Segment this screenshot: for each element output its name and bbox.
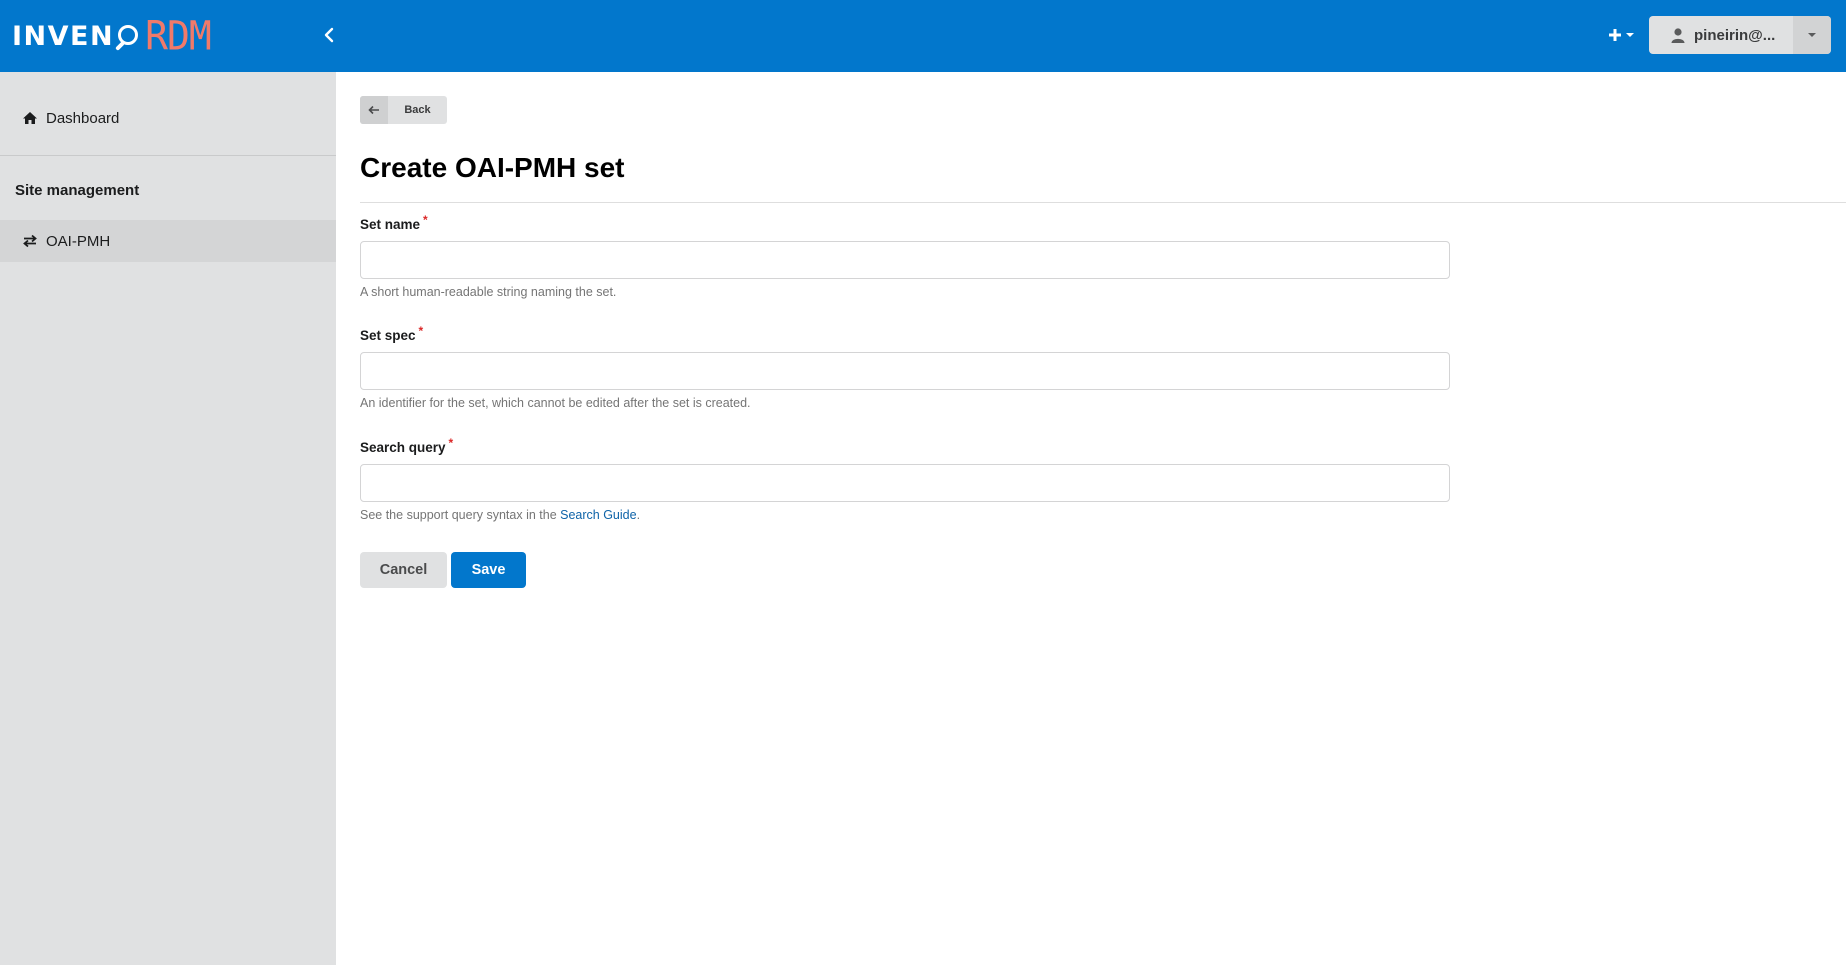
sidebar-item-oai-pmh[interactable]: OAI-PMH (0, 220, 336, 262)
top-navbar: INVEN RDM pineirin@... (0, 0, 1846, 72)
help-text-suffix: . (636, 508, 641, 522)
magnifier-logo-icon (115, 19, 143, 53)
sidebar-divider (0, 155, 336, 156)
invenio-rdm-logo[interactable]: INVEN RDM (12, 12, 212, 60)
search-query-field: Search query * See the support query syn… (360, 436, 1450, 522)
user-icon (1671, 27, 1685, 43)
search-query-input[interactable] (360, 464, 1450, 502)
field-label-text: Set spec (360, 328, 416, 343)
sidebar-collapse-button[interactable] (318, 22, 340, 48)
field-label-text: Search query (360, 440, 446, 455)
page-title: Create OAI-PMH set (360, 152, 625, 183)
set-spec-field: Set spec * An identifier for the set, wh… (360, 324, 1450, 410)
field-label-text: Set name (360, 217, 421, 232)
back-button[interactable]: Back (360, 96, 447, 124)
back-button-icon-area[interactable] (360, 96, 388, 124)
sidebar-item-label: OAI-PMH (46, 232, 111, 250)
required-asterisk: * (448, 436, 454, 450)
back-button-label: Back (404, 104, 431, 116)
search-query-help: See the support query syntax in the Sear… (360, 508, 1450, 522)
search-guide-link[interactable]: Search Guide (560, 508, 636, 522)
save-button[interactable]: Save (451, 552, 526, 588)
chevron-left-icon (324, 27, 334, 43)
caret-down-icon (1808, 33, 1816, 37)
required-asterisk: * (418, 324, 424, 338)
title-divider (360, 202, 1846, 203)
search-query-label: Search query * (360, 436, 1450, 458)
caret-down-icon (1625, 33, 1634, 37)
set-name-field: Set name * A short human-readable string… (360, 213, 1450, 299)
set-name-label: Set name * (360, 213, 1450, 235)
set-spec-input[interactable] (360, 352, 1450, 390)
main-content: Back Create OAI-PMH set Set name * A sho… (336, 72, 1846, 965)
logo-text-rdm: RDM (145, 12, 212, 60)
set-name-help: A short human-readable string naming the… (360, 285, 617, 299)
admin-sidebar: Dashboard Site management OAI-PMH (0, 72, 336, 965)
help-text-prefix: See the support query syntax in the (360, 508, 561, 522)
user-menu-button[interactable]: pineirin@... (1649, 16, 1831, 54)
sidebar-item-dashboard[interactable]: Dashboard (0, 104, 336, 132)
user-menu-main[interactable]: pineirin@... (1649, 16, 1793, 54)
logo-text-invenio: INVEN (12, 20, 115, 52)
set-spec-help: An identifier for the set, which cannot … (360, 396, 751, 410)
user-menu-caret[interactable] (1793, 16, 1831, 54)
create-new-dropdown[interactable] (1604, 20, 1638, 50)
cancel-button[interactable]: Cancel (360, 552, 447, 588)
required-asterisk: * (423, 213, 428, 227)
arrow-left-icon (368, 105, 379, 115)
exchange-icon (23, 234, 37, 248)
set-spec-label: Set spec * (360, 324, 1450, 346)
home-icon (23, 112, 37, 124)
user-email-label: pineirin@... (1694, 26, 1776, 44)
sidebar-section-heading: Site management (15, 182, 140, 199)
plus-icon (1608, 29, 1621, 41)
set-name-input[interactable] (360, 241, 1450, 279)
sidebar-item-label: Dashboard (46, 109, 120, 127)
